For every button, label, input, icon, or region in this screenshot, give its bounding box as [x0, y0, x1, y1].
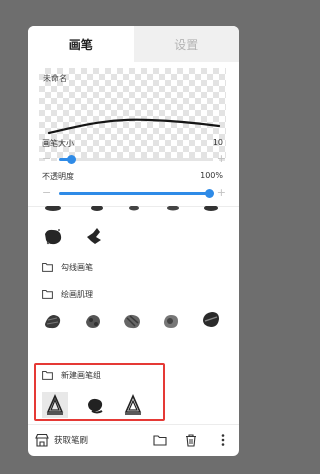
size-increase-button[interactable]: + — [217, 152, 226, 166]
brush-swatch[interactable] — [162, 206, 184, 214]
opacity-fill — [59, 192, 209, 195]
brush-swatch[interactable] — [200, 206, 222, 214]
opacity-track[interactable] — [59, 189, 214, 198]
brush-swatch[interactable] — [42, 310, 64, 332]
store-icon[interactable] — [35, 433, 49, 447]
folder-icon[interactable] — [153, 433, 167, 447]
size-slider[interactable]: − + — [42, 152, 226, 168]
brush-swatch[interactable] — [86, 206, 108, 214]
size-label: 画笔大小 — [42, 139, 74, 148]
folder-icon — [42, 263, 53, 272]
opacity-thumb[interactable] — [205, 189, 214, 198]
highlight-frame — [34, 363, 165, 421]
opacity-value: 100% — [200, 171, 223, 180]
brush-swatch[interactable] — [42, 206, 64, 214]
brush-swatch[interactable] — [83, 225, 105, 247]
brush-swatch[interactable] — [42, 226, 64, 248]
brush-swatch[interactable] — [160, 310, 182, 332]
tab-brush[interactable]: 画笔 — [28, 26, 134, 62]
brush-swatch[interactable] — [200, 308, 222, 330]
brush-group-lineart[interactable]: 勾线画笔 — [42, 260, 93, 274]
bottom-toolbar: 获取笔刷 — [28, 424, 239, 456]
size-track[interactable] — [59, 155, 209, 164]
brush-swatch[interactable] — [121, 310, 143, 332]
size-decrease-button[interactable]: − — [42, 152, 51, 166]
size-value: 10 — [212, 138, 223, 147]
opacity-increase-button[interactable]: + — [217, 186, 226, 200]
brush-swatch[interactable] — [82, 310, 104, 332]
more-icon[interactable] — [216, 433, 230, 447]
get-brush-button[interactable]: 获取笔刷 — [54, 434, 88, 446]
folder-icon — [42, 290, 53, 299]
brush-group-texture[interactable]: 绘画肌理 — [42, 287, 93, 301]
opacity-label: 不透明度 — [42, 172, 74, 181]
opacity-slider[interactable]: − + — [42, 186, 226, 202]
opacity-decrease-button[interactable]: − — [42, 186, 51, 200]
trash-icon[interactable] — [184, 433, 198, 447]
tab-bar: 画笔 设置 — [28, 26, 239, 62]
size-thumb[interactable] — [67, 155, 76, 164]
brush-swatch[interactable] — [123, 206, 145, 214]
brush-group-label: 勾线画笔 — [61, 262, 93, 272]
tab-settings[interactable]: 设置 — [133, 26, 239, 62]
brush-group-label: 绘画肌理 — [61, 289, 93, 299]
